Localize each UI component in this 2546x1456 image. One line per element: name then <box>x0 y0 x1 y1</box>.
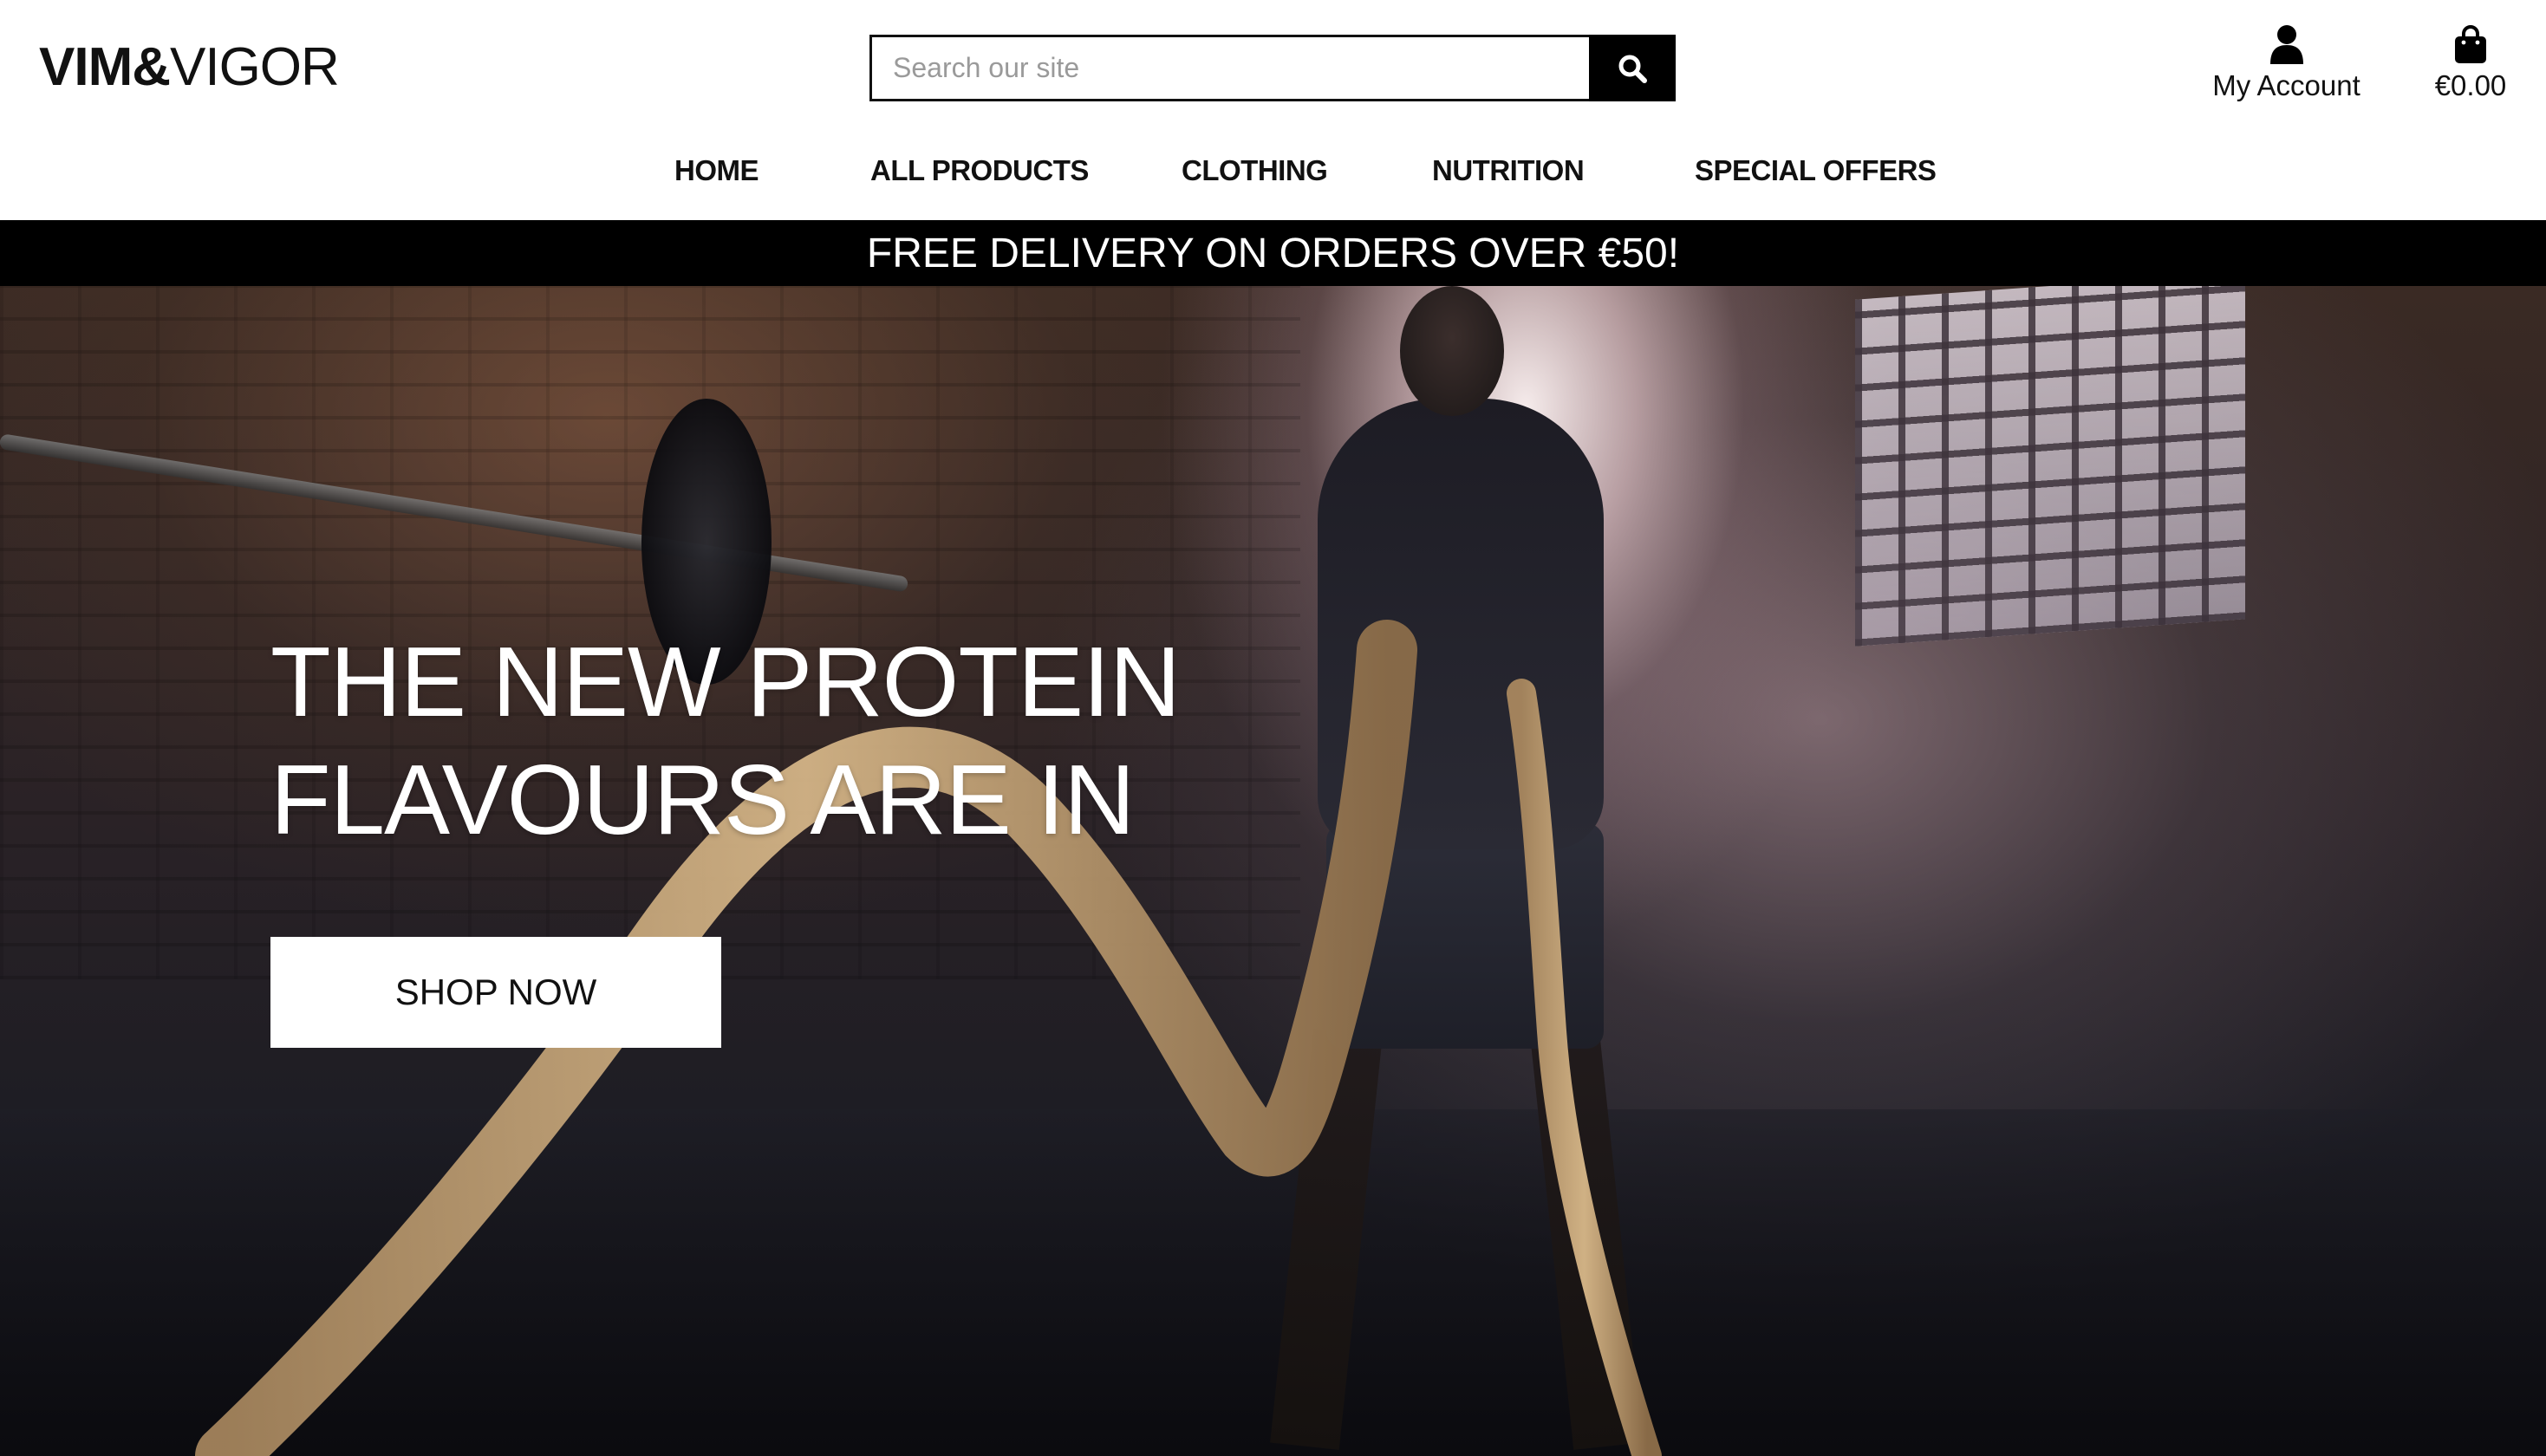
cart-link[interactable]: €0.00 <box>2423 24 2518 102</box>
nav-item-clothing[interactable]: CLOTHING <box>1182 154 1328 187</box>
main-nav: HOME ALL PRODUCTS CLOTHING NUTRITION SPE… <box>0 154 2546 192</box>
nav-item-special-offers[interactable]: SPECIAL OFFERS <box>1695 154 1937 187</box>
shopping-bag-icon <box>2455 25 2486 63</box>
my-account-label: My Account <box>2212 69 2360 101</box>
logo-text-light: VIGOR <box>170 37 340 97</box>
site-logo[interactable]: VIM&VIGOR <box>39 36 340 99</box>
battle-ropes-image <box>195 620 1662 1456</box>
search-button[interactable] <box>1589 35 1676 101</box>
user-icon <box>2269 25 2303 64</box>
delivery-banner-text: FREE DELIVERY ON ORDERS OVER €50! <box>866 230 1680 276</box>
hero-heading-line-1: THE NEW PROTEIN <box>270 627 1181 738</box>
cart-total: €0.00 <box>2434 69 2507 101</box>
hero-section: THE NEW PROTEIN FLAVOURS ARE IN SHOP NOW <box>0 286 2546 1456</box>
search-input[interactable] <box>869 35 1589 101</box>
shop-now-button[interactable]: SHOP NOW <box>270 937 721 1048</box>
nav-item-nutrition[interactable]: NUTRITION <box>1432 154 1585 187</box>
search-icon <box>1618 55 1647 83</box>
search-form <box>869 35 1676 101</box>
nav-item-all-products[interactable]: ALL PRODUCTS <box>870 154 1089 187</box>
site-header: VIM&VIGOR My Account €0.00 HOME ALL PROD… <box>0 0 2546 220</box>
hero-heading: THE NEW PROTEIN FLAVOURS ARE IN <box>270 624 1224 860</box>
nav-item-home[interactable]: HOME <box>674 154 759 187</box>
my-account-link[interactable]: My Account <box>2202 24 2371 102</box>
delivery-banner: FREE DELIVERY ON ORDERS OVER €50! <box>0 220 2546 286</box>
logo-text-bold: VIM& <box>39 37 171 97</box>
hero-heading-line-2: FLAVOURS ARE IN <box>270 745 1135 855</box>
